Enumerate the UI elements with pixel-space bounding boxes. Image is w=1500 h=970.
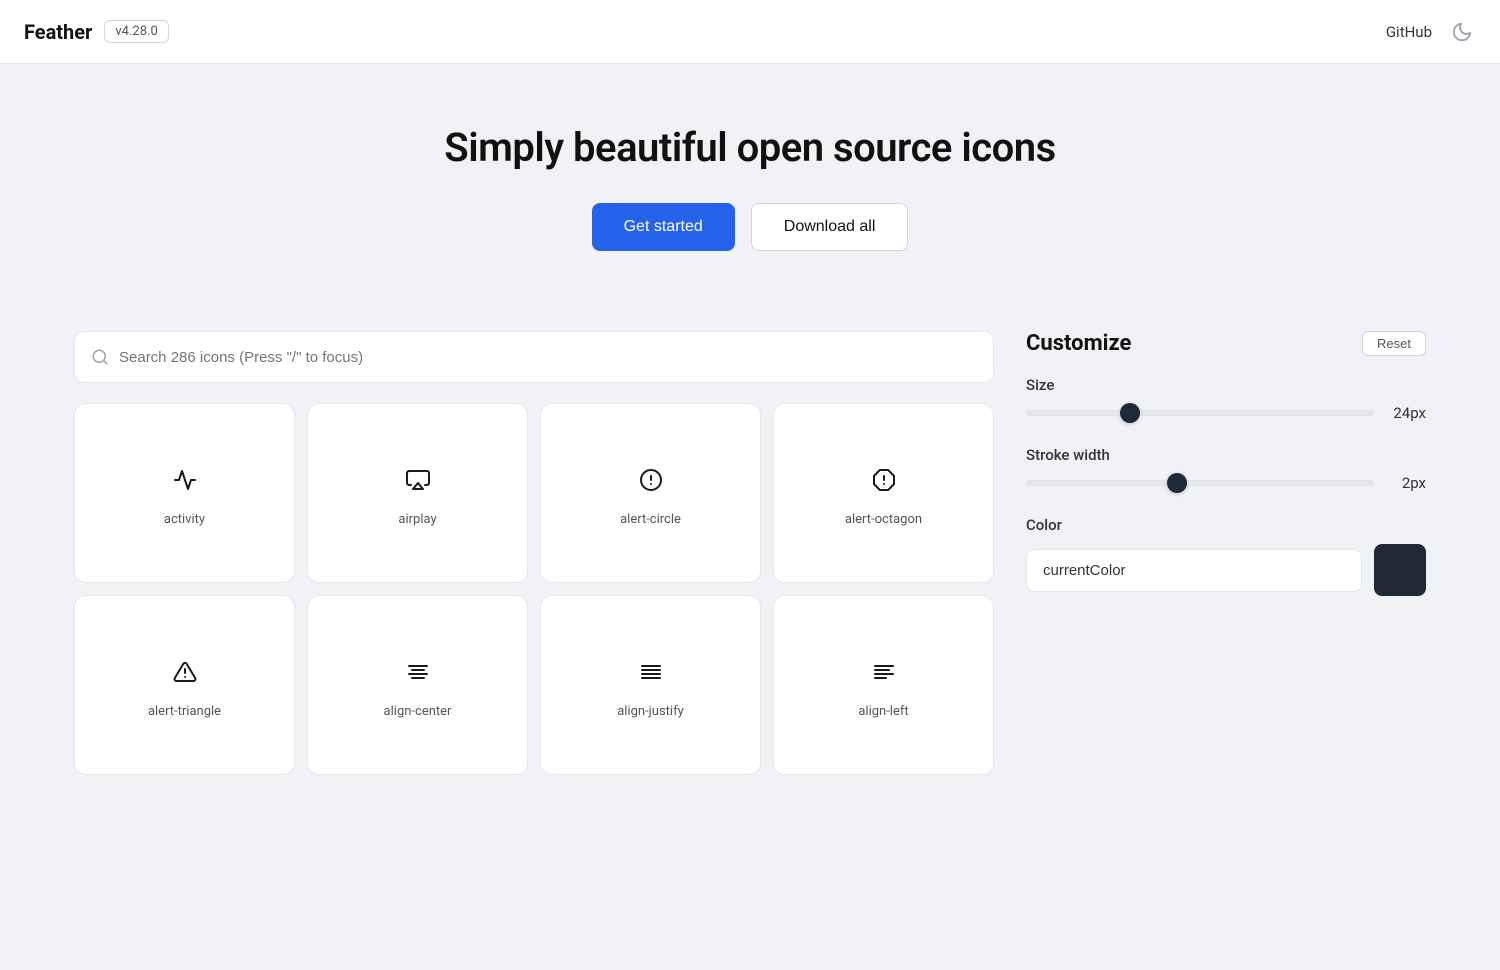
hero-title: Simply beautiful open source icons (24, 124, 1476, 171)
hero-section: Simply beautiful open source icons Get s… (0, 64, 1500, 299)
header-right: GitHub (1386, 18, 1476, 46)
icon-card-activity[interactable]: activity (74, 403, 295, 583)
stroke-label: Stroke width (1026, 446, 1426, 464)
reset-button[interactable]: Reset (1362, 331, 1426, 356)
get-started-button[interactable]: Get started (592, 203, 735, 251)
header-left: Feather v4.28.0 (24, 20, 169, 44)
download-all-button[interactable]: Download all (751, 203, 909, 251)
align-left-icon (872, 660, 896, 684)
github-link[interactable]: GitHub (1386, 23, 1432, 41)
alert-octagon-icon (872, 468, 896, 492)
color-input[interactable] (1026, 549, 1362, 592)
color-swatch[interactable] (1374, 544, 1426, 596)
icon-label-alert-octagon: alert-octagon (845, 512, 922, 527)
align-justify-icon (639, 660, 663, 684)
icon-card-alert-triangle[interactable]: alert-triangle (74, 595, 295, 775)
icon-card-alert-circle[interactable]: alert-circle (540, 403, 761, 583)
size-label: Size (1026, 376, 1426, 394)
size-value: 24px (1386, 404, 1426, 422)
size-slider[interactable] (1026, 410, 1374, 416)
alert-circle-icon (639, 468, 663, 492)
stroke-value: 2px (1386, 474, 1426, 492)
align-center-icon (406, 660, 430, 684)
icon-label-alert-circle: alert-circle (620, 512, 681, 527)
stroke-slider[interactable] (1026, 480, 1374, 486)
icon-card-align-center[interactable]: align-center (307, 595, 528, 775)
airplay-icon (406, 468, 430, 492)
icon-card-align-left[interactable]: align-left (773, 595, 994, 775)
header: Feather v4.28.0 GitHub (0, 0, 1500, 64)
search-input[interactable] (119, 349, 977, 366)
hero-buttons: Get started Download all (24, 203, 1476, 251)
icon-label-align-justify: align-justify (617, 704, 684, 719)
search-bar (74, 331, 994, 383)
dark-mode-toggle[interactable] (1448, 18, 1476, 46)
icon-grid: activity airplay alert-circle (74, 403, 994, 775)
icon-label-align-center: align-center (384, 704, 452, 719)
activity-icon (173, 468, 197, 492)
version-badge: v4.28.0 (104, 20, 168, 43)
stroke-slider-row: 2px (1026, 474, 1426, 492)
icon-label-activity: activity (164, 512, 205, 527)
icon-label-alert-triangle: alert-triangle (148, 704, 221, 719)
icon-card-align-justify[interactable]: align-justify (540, 595, 761, 775)
icon-label-airplay: airplay (398, 512, 436, 527)
main-content: activity airplay alert-circle (50, 299, 1450, 807)
customize-panel: Customize Reset Size 24px Stroke width 2… (1026, 331, 1426, 775)
color-control: Color (1026, 516, 1426, 596)
stroke-control: Stroke width 2px (1026, 446, 1426, 492)
size-slider-row: 24px (1026, 404, 1426, 422)
color-row (1026, 544, 1426, 596)
size-control: Size 24px (1026, 376, 1426, 422)
icon-card-airplay[interactable]: airplay (307, 403, 528, 583)
icon-card-alert-octagon[interactable]: alert-octagon (773, 403, 994, 583)
icons-panel: activity airplay alert-circle (74, 331, 994, 775)
color-label: Color (1026, 516, 1426, 534)
app-logo: Feather (24, 20, 92, 44)
search-icon (91, 348, 109, 366)
alert-triangle-icon (173, 660, 197, 684)
customize-header: Customize Reset (1026, 331, 1426, 356)
customize-title: Customize (1026, 331, 1131, 356)
icon-label-align-left: align-left (858, 704, 908, 719)
